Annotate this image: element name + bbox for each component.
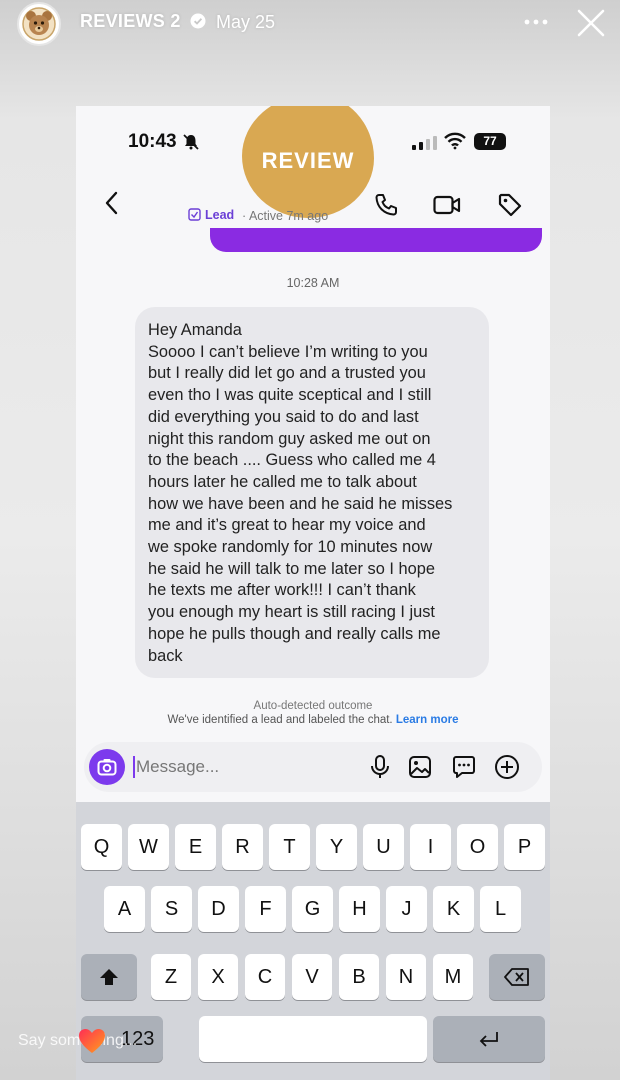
key-n[interactable]: N <box>386 954 426 1000</box>
shift-arrow-icon <box>100 969 118 985</box>
key-r[interactable]: R <box>222 824 263 870</box>
story-date: May 25 <box>216 12 276 32</box>
key-d[interactable]: D <box>198 886 239 932</box>
story-header: REVIEWS 2 May 25 <box>0 0 620 50</box>
previous-message-bubble <box>210 228 542 252</box>
key-x[interactable]: X <box>198 954 238 1000</box>
auto-detected-title: Auto-detected outcome <box>253 700 373 712</box>
active-status: · Active 7m ago <box>242 209 329 223</box>
message-line: did everything you said to do and last <box>148 407 419 426</box>
close-icon[interactable] <box>575 7 607 39</box>
message-input[interactable] <box>136 754 296 780</box>
label-tag-icon[interactable] <box>497 192 523 218</box>
key-i[interactable]: I <box>410 824 451 870</box>
message-line: night this random guy asked me out on <box>148 429 431 448</box>
text-cursor <box>133 756 135 778</box>
key-h[interactable]: H <box>339 886 380 932</box>
phone-call-icon[interactable] <box>373 192 399 218</box>
message-greeting: Hey Amanda <box>148 321 242 339</box>
chat-screenshot: 10:43 77 REVIEW Lead · Active 7m ago 10:… <box>76 106 550 1080</box>
key-t[interactable]: T <box>269 824 310 870</box>
learn-more-link[interactable]: Learn more <box>396 714 459 726</box>
review-sticker: REVIEW <box>242 106 374 218</box>
key-s[interactable]: S <box>151 886 192 932</box>
microphone-icon[interactable] <box>368 754 392 780</box>
return-arrow-icon <box>479 1032 498 1047</box>
key-q[interactable]: Q <box>81 824 122 870</box>
auto-detected-text: We've identified a lead and labeled the … <box>167 714 393 726</box>
lead-tag-icon <box>188 208 201 221</box>
status-bar-time: 10:43 <box>128 131 177 152</box>
keyboard: QWERTYUIOP ASDFGHJKL ZXCVBNM 123 <box>76 802 550 1080</box>
gallery-icon[interactable] <box>408 755 432 779</box>
plus-circle-icon[interactable] <box>494 754 520 780</box>
message-line: Soooo I can’t believe I’m writing to you <box>148 342 428 361</box>
backspace-key[interactable] <box>489 954 545 1000</box>
camera-button[interactable] <box>89 749 125 785</box>
message-line: you enough my heart is still racing I ju… <box>148 603 435 622</box>
message-line: to the beach .... Guess who called me 4 <box>148 451 436 470</box>
key-j[interactable]: J <box>386 886 427 932</box>
key-y[interactable]: Y <box>316 824 357 870</box>
wifi-icon <box>444 132 466 150</box>
message-line: how we have been and he said he misses <box>148 494 453 513</box>
message-line: even tho I was quite sceptical and I sti… <box>148 386 432 405</box>
message-line: me and it’s great to hear my voice and <box>148 516 426 535</box>
shift-key[interactable] <box>81 954 137 1000</box>
muted-bell-icon <box>183 134 199 150</box>
camera-icon <box>97 759 117 776</box>
back-chevron-icon[interactable] <box>102 190 122 216</box>
story-avatar[interactable] <box>17 2 61 46</box>
battery-indicator: 77 <box>474 133 506 150</box>
key-z[interactable]: Z <box>151 954 191 1000</box>
key-g[interactable]: G <box>292 886 333 932</box>
message-line: we spoke randomly for 10 minutes now <box>148 538 433 557</box>
key-b[interactable]: B <box>339 954 379 1000</box>
lead-label[interactable]: Lead <box>205 208 234 222</box>
key-a[interactable]: A <box>104 886 145 932</box>
message-line: hope he pulls though and really calls me <box>148 624 441 643</box>
key-m[interactable]: M <box>433 954 473 1000</box>
sticker-icon[interactable] <box>452 755 476 779</box>
cellular-signal-icon <box>412 136 437 150</box>
video-call-icon[interactable] <box>433 194 461 216</box>
message-timestamp: 10:28 AM <box>286 276 340 290</box>
key-w[interactable]: W <box>128 824 169 870</box>
key-l[interactable]: L <box>480 886 521 932</box>
received-message-bubble[interactable]: Hey Amanda Soooo I can’t believe I’m wri… <box>135 307 489 678</box>
message-line: he texts me after work!!! I can’t thank <box>148 581 416 600</box>
key-o[interactable]: O <box>457 824 498 870</box>
auto-detected-description: We've identified a lead and labeled the … <box>76 714 550 726</box>
story-account-name[interactable]: REVIEWS 2 <box>80 11 181 32</box>
key-p[interactable]: P <box>504 824 545 870</box>
key-u[interactable]: U <box>363 824 404 870</box>
space-key[interactable] <box>199 1016 427 1062</box>
message-line: he said he will talk to me later so I ho… <box>148 559 435 578</box>
message-line: but I really did let go and a trusted yo… <box>148 364 426 383</box>
message-line: hours later he called me to talk about <box>148 472 417 491</box>
key-v[interactable]: V <box>292 954 332 1000</box>
key-e[interactable]: E <box>175 824 216 870</box>
key-f[interactable]: F <box>245 886 286 932</box>
bear-logo-icon <box>22 7 56 41</box>
key-c[interactable]: C <box>245 954 285 1000</box>
message-body: Soooo I can’t believe I’m writing to you… <box>148 342 476 668</box>
more-options-icon[interactable] <box>522 12 550 32</box>
message-line: back <box>148 646 183 665</box>
key-k[interactable]: K <box>433 886 474 932</box>
message-composer <box>84 742 542 792</box>
heart-icon[interactable] <box>77 1026 107 1056</box>
backspace-icon <box>504 968 529 986</box>
verified-badge-icon <box>190 13 206 29</box>
return-key[interactable] <box>433 1016 545 1062</box>
